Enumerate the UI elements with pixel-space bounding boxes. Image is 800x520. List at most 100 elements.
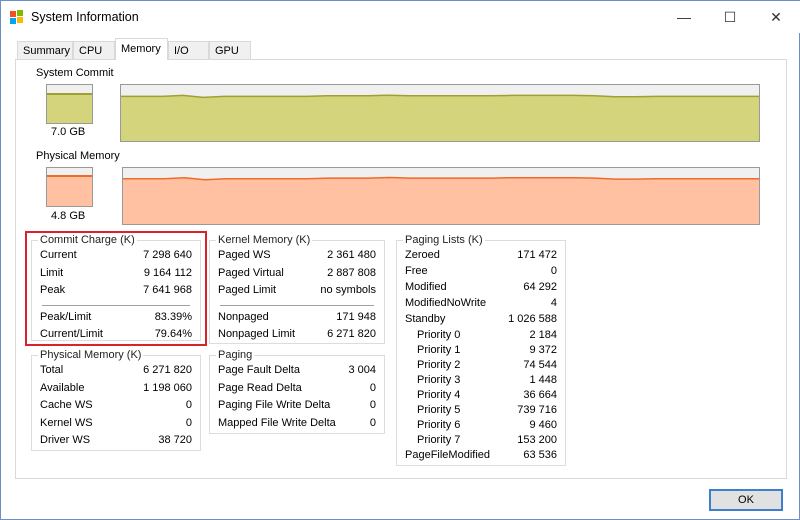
paging-lists-group: Paging Lists (K) Zeroed 171 472 Free 0 Modifi… [396, 234, 566, 466]
stat-value: 2 887 808 [327, 266, 376, 279]
stat-label: Free [405, 265, 428, 277]
tab-gpu[interactable]: GPU [209, 41, 251, 60]
title-bar: System Information — ☐ ✕ [1, 1, 800, 33]
stat-row: Kernel WS 0 [40, 417, 192, 433]
stat-row: Priority 7 153 200 [405, 434, 557, 450]
stat-row: Free 0 [405, 265, 557, 281]
stat-value: no symbols [320, 284, 376, 296]
stat-value: 0 [550, 265, 557, 277]
stat-row: Total 6 271 820 [40, 364, 192, 380]
stat-row: Priority 5 739 716 [405, 404, 557, 420]
stat-row: Modified 64 292 [405, 281, 557, 297]
physical-memory-value: 4.8 GB [51, 210, 86, 222]
tab-summary[interactable]: Summary [17, 41, 73, 60]
stat-label: Paged Virtual [218, 266, 284, 279]
stat-label: Total [40, 364, 64, 376]
stat-label: Kernel WS [40, 416, 93, 429]
system-commit-gauge [46, 84, 93, 124]
stat-label: Modified [405, 281, 447, 293]
stat-label: Mapped File Write Delta [218, 416, 336, 429]
group-title: Kernel Memory (K) [216, 234, 313, 246]
physical-memory-label: Physical Memory [36, 150, 120, 162]
kernel-memory-group: Kernel Memory (K) Paged WS 2 361 480 Paged … [209, 234, 385, 344]
stat-value: 153 200 [517, 434, 557, 446]
stat-value: 1 448 [529, 374, 557, 386]
stat-value: 0 [185, 416, 192, 429]
stat-value: 2 361 480 [327, 249, 376, 261]
stat-value: 9 372 [529, 344, 557, 356]
stat-value: 0 [369, 381, 376, 394]
stat-row: Driver WS 38 720 [40, 434, 192, 450]
tab-io[interactable]: I/O [168, 41, 209, 60]
stat-value: 64 292 [523, 281, 557, 293]
stat-label: Page Fault Delta [218, 364, 300, 376]
tab-memory[interactable]: Memory [115, 38, 168, 60]
app-icon [10, 10, 23, 24]
stat-row: Priority 1 9 372 [405, 344, 557, 360]
physical-memory-gauge [46, 167, 93, 207]
stat-row: Page Fault Delta 3 004 [218, 364, 376, 380]
stat-label: Paged Limit [218, 284, 277, 296]
physical-memory-graph [122, 167, 760, 225]
stat-label: Driver WS [40, 434, 91, 446]
graph-area [121, 95, 759, 141]
stat-label: PageFileModified [405, 449, 490, 461]
system-commit-value: 7.0 GB [51, 126, 86, 138]
stat-row: Page Read Delta 0 [218, 382, 376, 398]
stat-value: 3 004 [348, 364, 376, 376]
ok-button[interactable]: OK [709, 489, 783, 511]
minimize-button[interactable]: — [661, 1, 707, 33]
stat-value: 9 460 [529, 419, 557, 431]
stat-row: Paged WS 2 361 480 [218, 249, 376, 265]
stat-label: Priority 7 [417, 434, 461, 446]
stat-label: Paging File Write Delta [218, 399, 331, 411]
maximize-button[interactable]: ☐ [707, 1, 753, 33]
stat-value: 36 664 [523, 389, 557, 401]
gauge-fill [47, 175, 92, 206]
stat-label: Priority 1 [417, 344, 461, 356]
stat-row: Paged Limit no symbols [218, 284, 376, 300]
window-title: System Information [31, 10, 139, 24]
system-commit-label: System Commit [36, 67, 114, 79]
stat-label: Priority 4 [417, 389, 461, 401]
stat-value: 6 271 820 [143, 364, 192, 376]
stat-label: Nonpaged [218, 310, 269, 323]
stat-value: 0 [369, 416, 376, 429]
stat-row: Priority 0 2 184 [405, 329, 557, 345]
stat-row: Standby 1 026 588 [405, 313, 557, 329]
group-title: Paging [216, 349, 255, 361]
stat-label: Zeroed [405, 249, 440, 261]
stat-row: Priority 2 74 544 [405, 359, 557, 375]
tab-cpu[interactable]: CPU [73, 41, 115, 60]
stat-row: Paged Virtual 2 887 808 [218, 267, 376, 283]
stat-label: Priority 0 [417, 329, 461, 341]
stat-value: 739 716 [517, 404, 557, 416]
stat-row: Priority 6 9 460 [405, 419, 557, 435]
stat-label: Priority 3 [417, 374, 461, 386]
stat-value: 1 198 060 [143, 381, 192, 394]
stat-value: 0 [185, 399, 192, 411]
stat-label: Standby [405, 313, 446, 325]
graph-area [123, 177, 759, 224]
stat-row: Cache WS 0 [40, 399, 192, 415]
stat-label: ModifiedNoWrite [405, 297, 487, 309]
commit-charge-highlight [25, 231, 207, 346]
stat-label: Nonpaged Limit [218, 328, 296, 340]
stat-row: ModifiedNoWrite 4 [405, 297, 557, 313]
stat-row: Nonpaged 171 948 [218, 311, 376, 327]
physical-memory-group: Physical Memory (K) Total 6 271 820 Availab… [31, 349, 201, 451]
stat-row: Zeroed 171 472 [405, 249, 557, 265]
stat-row: Paging File Write Delta 0 [218, 399, 376, 415]
stat-value: 1 026 588 [508, 313, 557, 325]
stat-value: 38 720 [158, 434, 192, 446]
stat-value: 2 184 [529, 329, 557, 341]
stat-value: 63 536 [523, 449, 557, 461]
stat-value: 171 472 [517, 249, 557, 261]
group-title: Physical Memory (K) [38, 349, 144, 361]
stat-value: 6 271 820 [327, 328, 376, 340]
stat-label: Page Read Delta [218, 381, 302, 394]
stat-value: 74 544 [523, 359, 557, 371]
close-button[interactable]: ✕ [753, 1, 799, 33]
stat-row: Priority 3 1 448 [405, 374, 557, 390]
paging-group: Paging Page Fault Delta 3 004 Page Read Del… [209, 349, 385, 434]
